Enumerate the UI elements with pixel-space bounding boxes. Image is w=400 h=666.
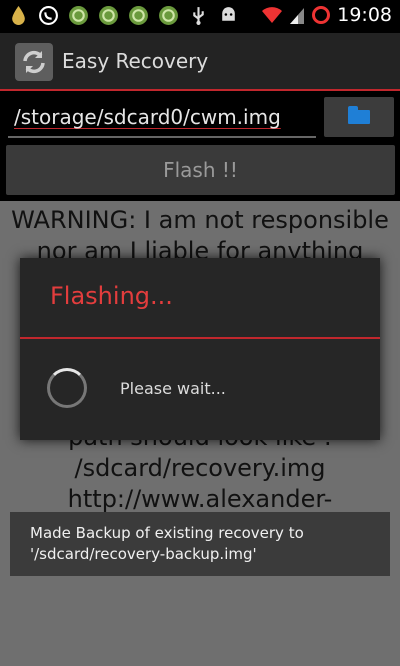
notification-icons (8, 5, 239, 26)
wifi-icon (262, 7, 283, 23)
toast-message: Made Backup of existing recovery to '/sd… (10, 512, 390, 576)
usb-icon (193, 7, 204, 25)
flash-button[interactable]: Flash !! (6, 145, 395, 195)
spinner-icon (47, 368, 87, 408)
recovery-app-icon[interactable] (15, 43, 53, 81)
system-icons: 19:08 (261, 4, 392, 26)
recovery-path-input[interactable] (8, 98, 316, 138)
dialog-title: Flashing... (50, 282, 173, 310)
whatsapp-icon (39, 6, 58, 25)
green-circle-icon (159, 6, 178, 25)
alarm-icon (312, 6, 331, 24)
app-title: Easy Recovery (62, 49, 209, 73)
green-circle-icon (129, 6, 148, 25)
signal-icon (290, 8, 305, 24)
drop-icon (12, 6, 25, 25)
dialog-message: Please wait... (120, 379, 226, 398)
status-bar: 19:08 (0, 0, 400, 33)
refresh-icon (23, 50, 45, 74)
green-circle-icon (99, 6, 118, 25)
folder-icon (348, 106, 370, 124)
progress-dialog: Flashing... Please wait... (20, 258, 380, 440)
browse-button[interactable] (324, 97, 394, 137)
green-circle-icon (69, 6, 88, 25)
android-icon (222, 7, 235, 21)
action-bar: Easy Recovery (0, 33, 400, 91)
clock: 19:08 (337, 4, 392, 26)
dialog-divider (20, 337, 380, 339)
